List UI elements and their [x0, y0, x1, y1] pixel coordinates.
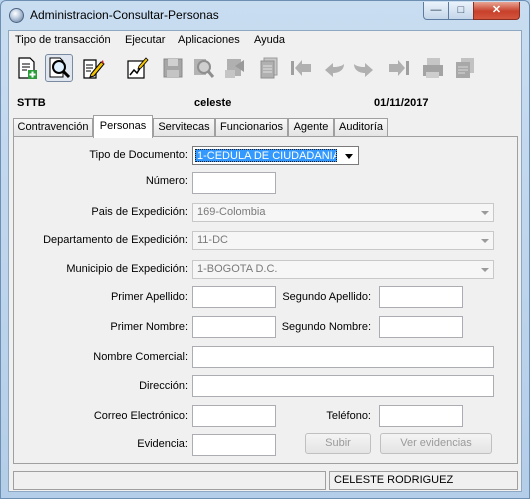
nombre-comercial-label: Nombre Comercial:: [93, 351, 188, 363]
telefono-label: Teléfono:: [326, 410, 371, 422]
report-icon: [456, 58, 474, 78]
previous-record-icon: [325, 63, 344, 77]
new-button[interactable]: [13, 54, 41, 82]
document-list-icon: [260, 57, 278, 79]
status-bar: CELESTE RODRIGUEZ: [9, 471, 521, 491]
municipio-label: Municipio de Expedición:: [66, 263, 188, 275]
primer-nombre-input[interactable]: [192, 316, 276, 338]
tipo-documento-select[interactable]: 1-CEDULA DE CIUDADANIA: [192, 146, 359, 165]
print-icon: [423, 58, 443, 78]
document-list-button[interactable]: [255, 54, 283, 82]
edit-document-icon: [83, 59, 105, 79]
segundo-apellido-input[interactable]: [379, 286, 463, 308]
municipio-select[interactable]: 1-BOGOTA D.C.: [192, 260, 494, 279]
menu-tipo-transaccion[interactable]: Tipo de transacción: [15, 34, 111, 46]
chevron-down-icon: [481, 211, 489, 215]
previous-record-button[interactable]: [321, 54, 349, 82]
tipo-documento-value: 1-CEDULA DE CIUDADANIA: [195, 149, 337, 162]
system-code: STTB: [17, 97, 46, 109]
current-date: 01/11/2017: [374, 97, 429, 109]
menu-ejecutar[interactable]: Ejecutar: [125, 34, 165, 46]
segundo-nombre-input[interactable]: [379, 316, 463, 338]
evidencia-label: Evidencia:: [137, 438, 188, 450]
app-window: Administracion-Consultar-Personas — □ ✕ …: [0, 0, 530, 499]
chart-edit-icon: [127, 57, 149, 79]
primer-nombre-label: Primer Nombre:: [110, 321, 188, 333]
municipio-value: 1-BOGOTA D.C.: [197, 263, 278, 275]
close-button[interactable]: ✕: [473, 2, 520, 20]
save-icon: [163, 58, 183, 78]
telefono-input[interactable]: [379, 405, 463, 427]
segundo-apellido-label: Segundo Apellido:: [282, 291, 371, 303]
correo-input[interactable]: [192, 405, 276, 427]
app-globe-icon: [9, 8, 24, 23]
edit-button[interactable]: [79, 54, 107, 82]
chevron-down-icon: [481, 239, 489, 243]
personas-panel: Tipo de Documento: 1-CEDULA DE CIUDADANI…: [13, 136, 518, 464]
tab-personas[interactable]: Personas: [93, 115, 153, 138]
segundo-nombre-label: Segundo Nombre:: [281, 321, 371, 333]
numero-label: Número:: [145, 175, 188, 187]
menu-ayuda[interactable]: Ayuda: [254, 34, 285, 46]
report-button[interactable]: [451, 54, 479, 82]
status-user-name: CELESTE RODRIGUEZ: [329, 471, 518, 490]
nombre-comercial-input[interactable]: [192, 346, 494, 368]
primer-apellido-input[interactable]: [192, 286, 276, 308]
chart-edit-button[interactable]: [124, 54, 152, 82]
minimize-icon: —: [430, 4, 442, 16]
subir-button[interactable]: Subir: [305, 433, 371, 454]
ver-evidencias-button[interactable]: Ver evidencias: [380, 433, 492, 454]
new-document-icon: [18, 57, 37, 79]
maximize-button[interactable]: □: [448, 2, 474, 20]
tab-contravencion[interactable]: Contravención: [13, 118, 93, 137]
search-button[interactable]: [45, 54, 73, 82]
chevron-down-icon: [345, 154, 353, 159]
pais-select[interactable]: 169-Colombia: [192, 203, 494, 222]
menu-bar: Tipo de transacción Ejecutar Aplicacione…: [9, 31, 521, 51]
departamento-label: Departamento de Expedición:: [43, 234, 188, 246]
tab-auditoria[interactable]: Auditoría: [334, 118, 388, 137]
evidencia-input[interactable]: [192, 434, 276, 456]
pais-label: Pais de Expedición:: [91, 206, 188, 218]
chevron-down-icon: [481, 268, 489, 272]
info-bar: STTB celeste 01/11/2017: [9, 95, 521, 111]
pais-value: 169-Colombia: [197, 206, 266, 218]
client-area: Tipo de transacción Ejecutar Aplicacione…: [8, 30, 522, 492]
departamento-select[interactable]: 11-DC: [192, 231, 494, 250]
tab-funcionarios[interactable]: Funcionarios: [215, 118, 288, 137]
menu-aplicaciones[interactable]: Aplicaciones: [178, 34, 240, 46]
print-button[interactable]: [419, 54, 447, 82]
first-record-button[interactable]: [287, 54, 315, 82]
last-record-button[interactable]: [385, 54, 413, 82]
close-icon: ✕: [491, 4, 502, 16]
direccion-label: Dirección:: [139, 380, 188, 392]
next-record-button[interactable]: [349, 54, 377, 82]
tab-agente[interactable]: Agente: [288, 118, 334, 137]
process-icon: [225, 59, 244, 78]
current-user: celeste: [194, 97, 232, 109]
correo-label: Correo Electrónico:: [93, 410, 188, 422]
minimize-button[interactable]: —: [423, 2, 449, 20]
numero-input[interactable]: [192, 172, 276, 194]
primer-apellido-label: Primer Apellido:: [110, 291, 188, 303]
process-button[interactable]: [221, 54, 249, 82]
next-record-icon: [354, 63, 373, 77]
title-bar[interactable]: Administracion-Consultar-Personas — □ ✕: [1, 1, 529, 29]
first-record-icon: [291, 60, 311, 76]
search-query-icon: [49, 57, 71, 79]
toolbar: [9, 53, 521, 87]
status-message: [13, 471, 326, 490]
save-button[interactable]: [159, 54, 187, 82]
tipo-documento-label: Tipo de Documento:: [89, 149, 188, 161]
zoom-icon: [194, 59, 215, 78]
maximize-icon: □: [457, 4, 465, 16]
tab-servitecas[interactable]: Servitecas: [153, 118, 215, 137]
last-record-icon: [389, 60, 409, 76]
direccion-input[interactable]: [192, 375, 494, 397]
departamento-value: 11-DC: [197, 234, 228, 246]
zoom-button[interactable]: [189, 54, 217, 82]
window-title: Administracion-Consultar-Personas: [30, 8, 219, 22]
